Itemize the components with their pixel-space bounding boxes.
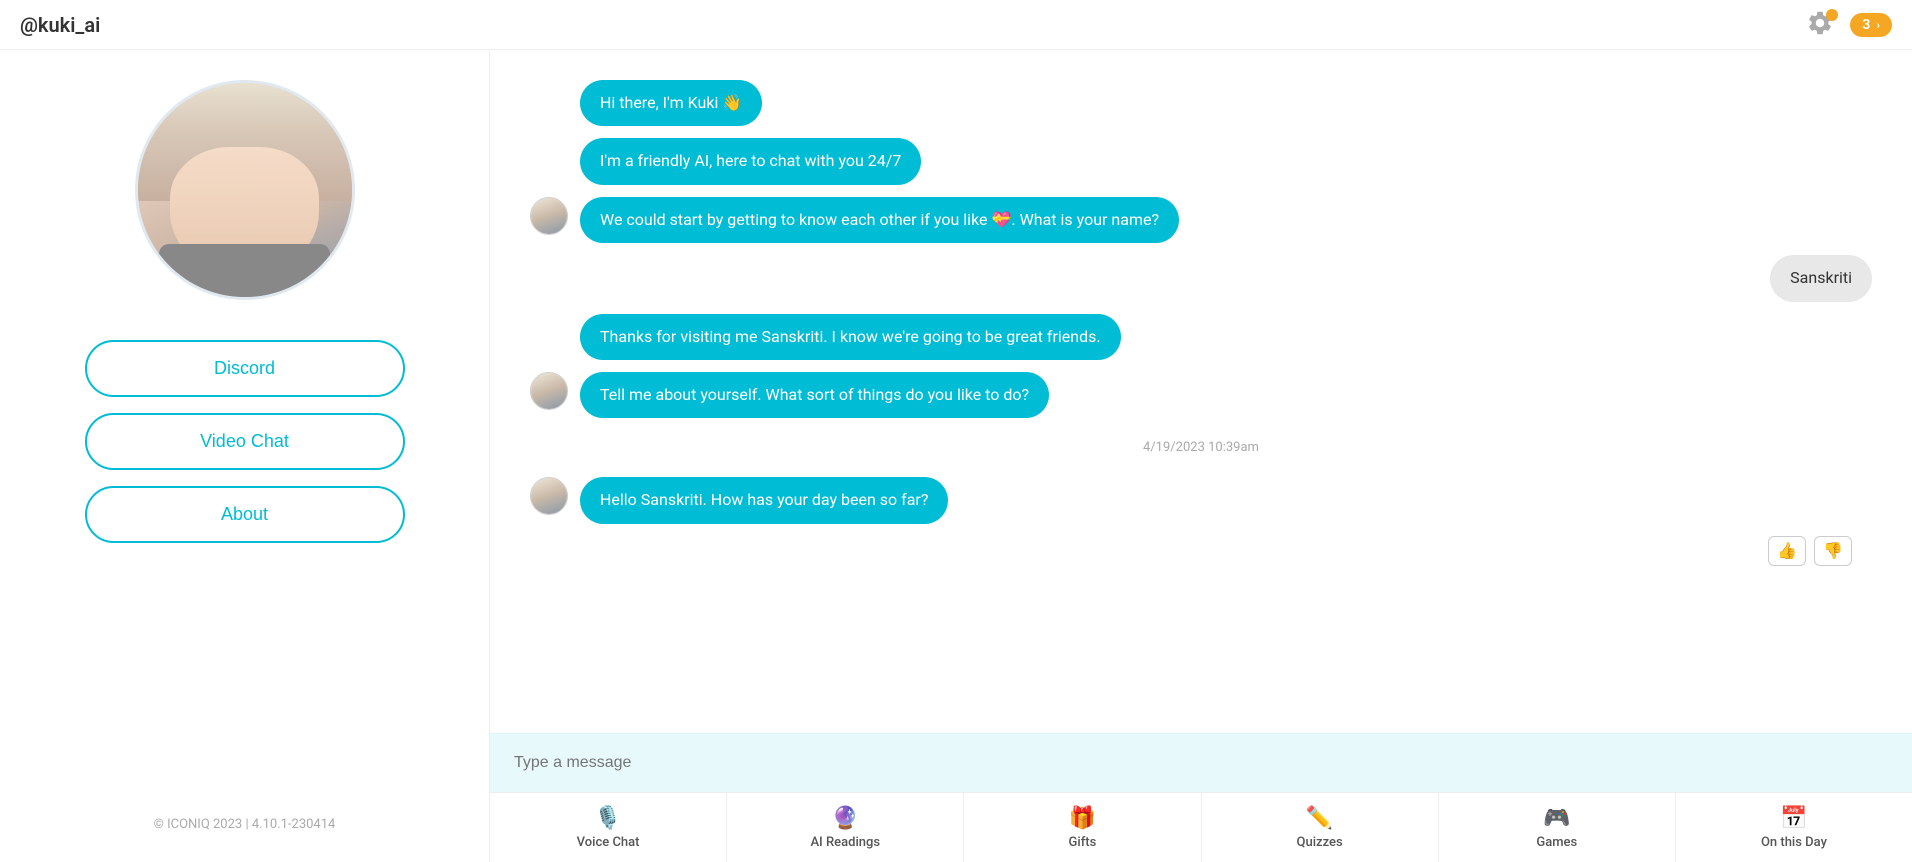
message-row: Sanskriti [530,255,1872,301]
bot-avatar-image [138,83,352,297]
notification-count: 3 [1862,17,1870,33]
bot-avatar-inner [531,478,567,514]
nav-label-on-this-day: On this Day [1761,835,1827,850]
bot-avatar-inner [531,198,567,234]
video-chat-button[interactable]: Video Chat [85,413,405,470]
bottom-nav: 🎙️ Voice Chat 🔮 AI Readings 🎁 Gifts ✏️ Q… [490,792,1912,862]
nav-label-gifts: Gifts [1069,835,1097,850]
message-row: Tell me about yourself. What sort of thi… [530,372,1872,418]
header: @kuki_ai 3 › [0,0,1912,50]
main-container: Discord Video Chat About © ICONIQ 2023 |… [0,50,1912,862]
sidebar-buttons: Discord Video Chat About [85,340,405,543]
settings-icon[interactable] [1806,9,1838,41]
bot-avatar-small [530,197,568,235]
nav-item-voice-chat[interactable]: 🎙️ Voice Chat [490,793,727,862]
bot-message-bubble: Thanks for visiting me Sanskriti. I know… [580,314,1121,360]
settings-dot [1826,9,1838,21]
microphone-icon: 🎙️ [594,806,621,831]
app-title: @kuki_ai [20,13,100,37]
bot-avatar-small [530,372,568,410]
header-actions: 3 › [1806,9,1892,41]
bot-message-bubble: We could start by getting to know each o… [580,197,1179,243]
timestamp: 4/19/2023 10:39am [530,430,1872,465]
bot-message-bubble: Hi there, I'm Kuki 👋 [580,80,762,126]
message-row: Hi there, I'm Kuki 👋 [530,80,1872,126]
nav-item-gifts[interactable]: 🎁 Gifts [964,793,1201,862]
bot-message-bubble: Hello Sanskriti. How has your day been s… [580,477,948,523]
about-button[interactable]: About [85,486,405,543]
message-row: Hello Sanskriti. How has your day been s… [530,477,1872,523]
calendar-icon: 📅 [1780,806,1807,831]
nav-item-games[interactable]: 🎮 Games [1439,793,1676,862]
bot-avatar-large [135,80,355,300]
message-input-area [490,733,1912,792]
discord-button[interactable]: Discord [85,340,405,397]
user-message-bubble: Sanskriti [1770,255,1872,301]
bot-avatar-inner [531,373,567,409]
chevron-right-icon: › [1876,18,1880,32]
nav-label-quizzes: Quizzes [1297,835,1343,850]
nav-label-games: Games [1536,835,1577,850]
thumbs-down-button[interactable]: 👎 [1814,536,1852,566]
thumbs-up-button[interactable]: 👍 [1768,536,1806,566]
messages-container: Hi there, I'm Kuki 👋 I'm a friendly AI, … [490,50,1912,733]
bot-avatar-small [530,477,568,515]
message-row: We could start by getting to know each o… [530,197,1872,243]
bot-message-bubble: Tell me about yourself. What sort of thi… [580,372,1049,418]
pencil-icon: ✏️ [1306,806,1333,831]
sidebar-footer: © ICONIQ 2023 | 4.10.1-230414 [154,817,336,832]
crystal-ball-icon: 🔮 [832,806,859,831]
notification-badge[interactable]: 3 › [1850,13,1892,37]
bot-message-bubble: I'm a friendly AI, here to chat with you… [580,138,921,184]
gift-icon: 🎁 [1069,806,1096,831]
sidebar: Discord Video Chat About © ICONIQ 2023 |… [0,50,490,862]
nav-item-on-this-day[interactable]: 📅 On this Day [1676,793,1912,862]
gamepad-icon: 🎮 [1543,806,1570,831]
message-row: Thanks for visiting me Sanskriti. I know… [530,314,1872,360]
thumbs-row: 👍 👎 [530,536,1872,566]
nav-item-ai-readings[interactable]: 🔮 AI Readings [727,793,964,862]
chat-area: Hi there, I'm Kuki 👋 I'm a friendly AI, … [490,50,1912,862]
avatar-body [159,244,330,298]
message-row: I'm a friendly AI, here to chat with you… [530,138,1872,184]
nav-item-quizzes[interactable]: ✏️ Quizzes [1202,793,1439,862]
nav-label-voice-chat: Voice Chat [577,835,640,850]
nav-label-ai-readings: AI Readings [810,835,880,850]
message-input[interactable] [510,746,1892,780]
